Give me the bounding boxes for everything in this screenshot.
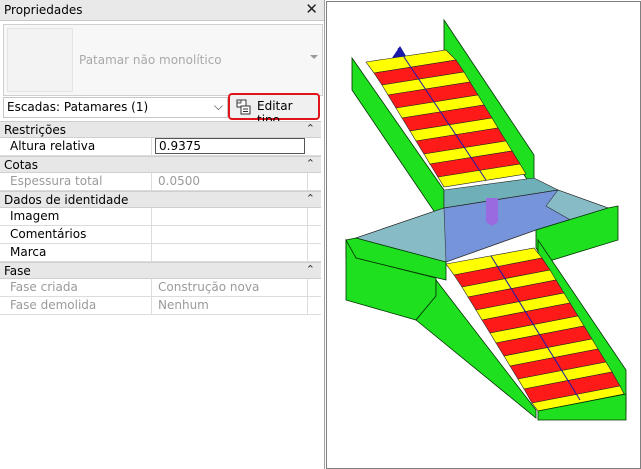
collapse-icon[interactable]: ⌃	[306, 263, 315, 276]
comentarios-field[interactable]	[155, 226, 305, 243]
property-value: Construção nova	[158, 280, 260, 294]
property-label: Comentários	[0, 226, 152, 243]
property-label: Marca	[0, 244, 152, 261]
dropdown-arrow-icon[interactable]	[310, 55, 318, 59]
group-header-dados-de-identidade[interactable]: Dados de identidade ⌃	[0, 191, 321, 208]
panel-title: Propriedades	[4, 3, 83, 17]
group-header-fase[interactable]: Fase ⌃	[0, 262, 321, 279]
group-title: Restrições	[4, 123, 66, 137]
edit-type-icon	[236, 99, 251, 115]
property-label: Altura relativa	[0, 138, 152, 155]
stair-3d-model[interactable]	[326, 0, 641, 469]
panel-titlebar: Propriedades ✕	[0, 0, 324, 21]
cell-divider	[307, 226, 322, 243]
property-label: Fase demolida	[0, 297, 152, 314]
cell-divider	[307, 173, 322, 190]
group-title: Cotas	[4, 158, 39, 172]
3d-view-viewport[interactable]	[326, 0, 641, 469]
properties-panel: Propriedades ✕ Patamar não monolítico Es…	[0, 0, 325, 469]
property-row-comentarios: Comentários	[0, 226, 321, 244]
collapse-icon[interactable]: ⌃	[306, 157, 315, 170]
property-row-fase-criada: Fase criada Construção nova	[0, 279, 321, 297]
imagem-field[interactable]	[155, 208, 305, 225]
property-label: Fase criada	[0, 279, 152, 296]
property-value: Nenhum	[158, 298, 209, 312]
close-icon[interactable]: ✕	[305, 0, 318, 19]
properties-grid: Restrições ⌃ Altura relativa 0.9375 Cota…	[0, 121, 321, 315]
property-row-marca: Marca	[0, 244, 321, 262]
group-header-restricoes[interactable]: Restrições ⌃	[0, 121, 321, 138]
property-row-altura-relativa: Altura relativa 0.9375	[0, 138, 321, 156]
property-label: Espessura total	[0, 173, 152, 190]
type-selector[interactable]: Patamar não monolítico	[3, 24, 323, 96]
landing-post	[486, 198, 498, 226]
group-title: Dados de identidade	[4, 193, 129, 207]
property-label: Imagem	[0, 208, 152, 225]
group-title: Fase	[4, 264, 31, 278]
cell-divider	[307, 297, 322, 314]
property-value: 0.0500	[158, 174, 200, 188]
property-row-imagem: Imagem	[0, 208, 321, 226]
altura-relativa-input[interactable]: 0.9375	[155, 138, 305, 154]
cell-divider	[307, 279, 322, 296]
collapse-icon[interactable]: ⌃	[306, 122, 315, 135]
cell-divider	[307, 244, 322, 261]
property-row-fase-demolida: Fase demolida Nenhum	[0, 297, 321, 315]
instance-filter-value: Escadas: Patamares (1)	[7, 100, 149, 114]
type-preview-thumbnail	[7, 28, 73, 92]
type-name: Patamar não monolítico	[79, 53, 222, 67]
edit-type-button[interactable]: Editar tipo	[228, 93, 320, 127]
property-row-espessura-total: Espessura total 0.0500	[0, 173, 321, 191]
group-header-cotas[interactable]: Cotas ⌃	[0, 156, 321, 173]
marca-field[interactable]	[155, 244, 305, 261]
collapse-icon[interactable]: ⌃	[306, 192, 315, 205]
instance-filter-dropdown[interactable]: Escadas: Patamares (1) ⌵	[3, 97, 228, 118]
chevron-down-icon[interactable]: ⌵	[214, 99, 223, 114]
cell-divider	[307, 208, 322, 225]
